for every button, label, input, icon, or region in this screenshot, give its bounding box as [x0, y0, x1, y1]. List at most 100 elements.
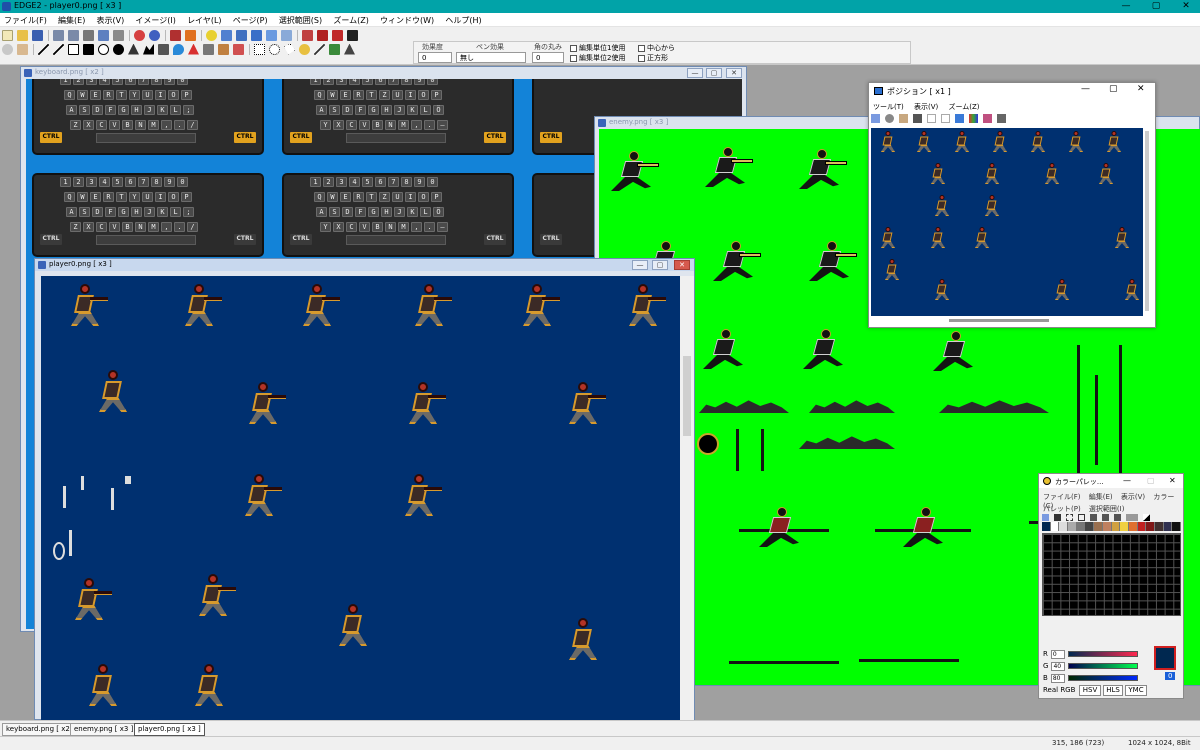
player-window-caption[interactable]: player0.png [ x3 ] — ▢ ✕	[35, 259, 694, 271]
copy-icon[interactable]	[98, 29, 109, 41]
player-window[interactable]: player0.png [ x3 ] — ▢ ✕	[34, 258, 695, 721]
link-icon[interactable]	[983, 114, 992, 123]
hls-button[interactable]: HLS	[1103, 685, 1123, 696]
preview-icon[interactable]	[281, 29, 292, 41]
position-window[interactable]: ポジション [ x1 ] — ▢ ✕ ツール(T) 表示(V) ズーム(Z)	[868, 82, 1156, 328]
smiley-icon[interactable]	[206, 29, 217, 41]
position-menu-zoom[interactable]: ズーム(Z)	[948, 103, 979, 111]
camera-icon[interactable]	[347, 29, 358, 41]
red-slider[interactable]	[1067, 651, 1138, 657]
keyboard-maximize-button[interactable]: ▢	[706, 68, 722, 78]
red-value[interactable]: 0	[1050, 649, 1065, 659]
position-window-icon[interactable]	[251, 29, 262, 41]
minimize-button[interactable]: —	[1112, 0, 1140, 13]
position-vertical-scrollbar[interactable]	[1145, 131, 1149, 311]
palette-close-button[interactable]: ✕	[1169, 476, 1176, 485]
line-tool-icon[interactable]	[53, 43, 64, 55]
position-horizontal-scrollbar[interactable]	[949, 319, 1049, 322]
menu-zoom[interactable]: ズーム(Z)	[329, 13, 372, 26]
magnify-tool-icon[interactable]	[2, 43, 13, 55]
blue-slider[interactable]	[1067, 675, 1138, 681]
position-maximize-button[interactable]: ▢	[1109, 84, 1118, 94]
hsv-button[interactable]: HSV	[1079, 685, 1101, 696]
lasso-select-icon[interactable]	[284, 43, 295, 55]
tab-keyboard[interactable]: keyboard.png [ x2 ]	[2, 723, 79, 736]
spray-tool-icon[interactable]	[329, 43, 340, 55]
open-folder-icon[interactable]	[17, 29, 28, 41]
frame-icon[interactable]	[927, 114, 936, 123]
save-icon[interactable]	[32, 29, 43, 41]
picker-icon[interactable]	[1054, 514, 1061, 521]
swatch[interactable]	[1094, 522, 1103, 531]
dual-icon[interactable]	[1126, 514, 1138, 521]
menu-edit[interactable]: 編集(E)	[54, 13, 89, 26]
magic-wand-icon[interactable]	[299, 43, 310, 55]
green-slider[interactable]	[1068, 663, 1139, 669]
replace-tool-icon[interactable]	[344, 43, 355, 55]
green-value[interactable]: 40	[1051, 661, 1066, 671]
position-menu-view[interactable]: 表示(V)	[914, 103, 938, 111]
position-minimize-button[interactable]: —	[1081, 84, 1090, 94]
black-white-icon[interactable]	[1143, 514, 1150, 521]
curve-tool-icon[interactable]	[143, 43, 154, 55]
pencil-tool-icon[interactable]	[38, 43, 49, 55]
export-icon[interactable]	[997, 114, 1006, 123]
effect-level-input[interactable]: 0	[418, 52, 452, 63]
from-center-checkbox[interactable]: 中心から	[638, 43, 675, 53]
frames-icon[interactable]	[317, 29, 328, 41]
menu-file[interactable]: ファイル(F)	[0, 13, 51, 26]
undo-icon[interactable]	[53, 29, 64, 41]
position-close-button[interactable]: ✕	[1137, 84, 1145, 94]
menu-page[interactable]: ページ(P)	[229, 13, 272, 26]
corner-round-input[interactable]: 0	[532, 52, 564, 63]
rectangle-tool-icon[interactable]	[68, 43, 79, 55]
menu-selection[interactable]: 選択範囲(S)	[275, 13, 326, 26]
color-icon[interactable]	[969, 114, 978, 123]
ellipse-tool-icon[interactable]	[98, 43, 109, 55]
palette-grid[interactable]	[1042, 533, 1181, 616]
palette-menu-view[interactable]: 表示(V)	[1121, 493, 1145, 501]
polygon-tool-icon[interactable]	[128, 43, 139, 55]
swatch[interactable]	[1128, 522, 1138, 531]
eraser-tool-icon[interactable]	[218, 43, 229, 55]
cut-icon[interactable]	[83, 29, 94, 41]
range-icon[interactable]	[1066, 514, 1073, 521]
scrollbar-thumb[interactable]	[683, 356, 691, 436]
player-minimize-button[interactable]: —	[632, 260, 648, 270]
keyboard-minimize-button[interactable]: —	[687, 68, 703, 78]
keyboard-window-caption[interactable]: keyboard.png [ x2 ] — ▢ ✕	[21, 67, 746, 79]
paint-bucket-icon[interactable]	[233, 43, 244, 55]
select-frame-icon[interactable]	[955, 114, 964, 123]
palette-window-caption[interactable]: カラーパレッ... — ▢ ✕	[1039, 474, 1183, 488]
swatch[interactable]	[1102, 522, 1112, 531]
menu-layer[interactable]: レイヤ(L)	[183, 13, 225, 26]
smudge-tool-icon[interactable]	[314, 43, 325, 55]
move-icon[interactable]	[941, 114, 950, 123]
stamp-tool-icon[interactable]	[203, 43, 214, 55]
magnify-icon[interactable]	[885, 114, 894, 123]
tab-player[interactable]: player0.png [ x3 ]	[134, 723, 205, 736]
filled-rectangle-tool-icon[interactable]	[83, 43, 94, 55]
arrange-icon[interactable]	[1114, 514, 1121, 521]
color-palette-window[interactable]: カラーパレッ... — ▢ ✕ ファイル(F) 編集(E) 表示(V) カラー(…	[1038, 473, 1184, 699]
brush-tool-icon[interactable]	[158, 43, 169, 55]
hand-icon[interactable]	[899, 114, 908, 123]
keyboard-close-button[interactable]: ✕	[726, 68, 742, 78]
gradient-icon[interactable]	[1090, 514, 1097, 521]
swatch[interactable]	[1154, 522, 1164, 531]
menu-window[interactable]: ウィンドウ(W)	[376, 13, 438, 26]
ellipse-select-icon[interactable]	[269, 43, 280, 55]
pointer-icon[interactable]	[1042, 514, 1049, 521]
animation-icon[interactable]	[302, 29, 313, 41]
vertical-scrollbar[interactable]	[680, 276, 694, 721]
selected-color-swatch[interactable]	[1154, 646, 1176, 670]
swatch[interactable]	[1146, 522, 1155, 531]
swatch[interactable]	[1111, 522, 1121, 531]
text-tool-icon[interactable]	[188, 43, 199, 55]
swatch[interactable]	[1137, 522, 1147, 531]
fill-icon[interactable]	[185, 29, 196, 41]
filled-ellipse-tool-icon[interactable]	[113, 43, 124, 55]
palette-menu-palette[interactable]: パレット(P)	[1043, 505, 1081, 513]
menu-view[interactable]: 表示(V)	[93, 13, 129, 26]
position-window-caption[interactable]: ポジション [ x1 ] — ▢ ✕	[869, 83, 1155, 99]
